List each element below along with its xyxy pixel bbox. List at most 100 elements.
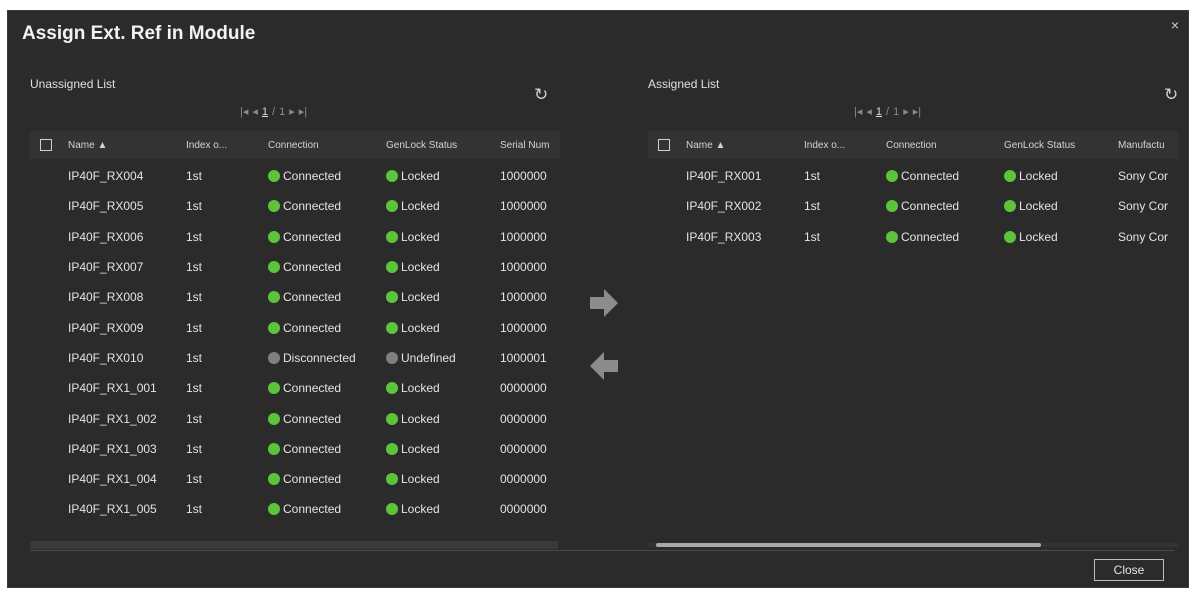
genlock-text: Locked xyxy=(401,502,440,517)
cell-name: IP40F_RX1_004 xyxy=(68,472,157,487)
table-row[interactable]: IP40F_RX003 1st Connected Locked Sony Cor xyxy=(648,222,1178,252)
table-row[interactable]: IP40F_RX002 1st Connected Locked Sony Cor xyxy=(648,191,1178,221)
cell-genlock: Locked xyxy=(386,442,500,456)
table-row[interactable]: IP40F_RX1_001 1st Connected Locked 0000000 xyxy=(30,373,560,403)
cell-genlock: Locked xyxy=(386,502,500,516)
prev-page-icon[interactable]: ◂ xyxy=(252,105,258,118)
table-row[interactable]: IP40F_RX1_004 1st Connected Locked 0000000 xyxy=(30,464,560,494)
column-header-connection[interactable]: Connection xyxy=(268,140,386,151)
unassign-button[interactable] xyxy=(586,348,622,384)
cell-serial: 0000000 xyxy=(500,502,547,517)
table-row[interactable]: IP40F_RX004 1st Connected Locked 1000000 xyxy=(30,161,560,191)
table-row[interactable]: IP40F_RX005 1st Connected Locked 1000000 xyxy=(30,191,560,221)
assigned-list-panel: Assigned List ↻ |◂ ◂ 1 / 1 ▸ ▸| Name ▲ I… xyxy=(648,69,1178,547)
cell-serial: 1000000 xyxy=(500,260,547,275)
genlock-status-icon xyxy=(386,382,398,395)
table-row[interactable]: IP40F_RX008 1st Connected Locked 1000000 xyxy=(30,282,560,312)
page-number[interactable]: 1 xyxy=(876,106,882,118)
column-header-genlock[interactable]: GenLock Status xyxy=(386,140,500,151)
table-row[interactable]: IP40F_RX1_002 1st Connected Locked 0000000 xyxy=(30,403,560,433)
assign-ext-ref-dialog: Assign Ext. Ref in Module × Unassigned L… xyxy=(7,10,1189,588)
connection-status-icon xyxy=(268,351,280,364)
column-header-index[interactable]: Index o... xyxy=(804,140,886,151)
last-page-icon[interactable]: ▸| xyxy=(913,105,921,118)
table-row[interactable]: IP40F_RX1_005 1st Connected Locked 0000000 xyxy=(30,494,560,524)
close-button[interactable]: Close xyxy=(1094,559,1164,581)
column-header-connection[interactable]: Connection xyxy=(886,140,1004,151)
pager: |◂ ◂ 1 / 1 ▸ ▸| xyxy=(854,105,921,119)
cell-connection: Connected xyxy=(886,169,1004,183)
column-header-name[interactable]: Name ▲ xyxy=(686,140,804,151)
select-all-checkbox[interactable] xyxy=(658,139,670,151)
genlock-status-icon xyxy=(386,351,398,364)
column-header-manufacturer[interactable]: Manufactu xyxy=(1118,140,1178,151)
cell-genlock: Locked xyxy=(386,472,500,486)
connection-status-icon xyxy=(268,473,280,486)
horizontal-scrollbar-thumb[interactable] xyxy=(656,543,1041,547)
genlock-status-icon xyxy=(386,200,398,213)
last-page-icon[interactable]: ▸| xyxy=(299,105,307,118)
connection-status-icon xyxy=(268,503,280,516)
connection-text: Connected xyxy=(901,229,960,244)
prev-page-icon[interactable]: ◂ xyxy=(866,105,872,118)
genlock-status-icon xyxy=(386,261,398,274)
genlock-status-icon xyxy=(1004,170,1016,183)
table-row[interactable]: IP40F_RX009 1st Connected Locked 1000000 xyxy=(30,312,560,342)
connection-text: Connected xyxy=(283,502,342,517)
cell-connection: Connected xyxy=(268,169,386,183)
cell-name: IP40F_RX005 xyxy=(68,199,144,214)
cell-serial: 1000000 xyxy=(500,229,547,244)
connection-status-icon xyxy=(268,382,280,395)
table-header: Name ▲ Index o... Connection GenLock Sta… xyxy=(30,131,560,159)
cell-connection: Connected xyxy=(886,230,1004,244)
cell-genlock: Locked xyxy=(386,169,500,183)
next-page-icon[interactable]: ▸ xyxy=(903,105,909,118)
cell-name: IP40F_RX008 xyxy=(68,290,144,305)
unassigned-table-body: IP40F_RX004 1st Connected Locked 1000000 IP40… xyxy=(30,161,560,525)
connection-status-icon xyxy=(886,200,898,213)
genlock-status-icon xyxy=(386,442,398,455)
cell-serial: 1000000 xyxy=(500,290,547,305)
cell-genlock: Locked xyxy=(386,199,500,213)
refresh-icon[interactable]: ↻ xyxy=(1164,85,1178,105)
genlock-text: Locked xyxy=(401,229,440,244)
column-header-serial[interactable]: Serial Num xyxy=(500,140,560,151)
connection-text: Connected xyxy=(283,441,342,456)
cell-genlock: Locked xyxy=(386,290,500,304)
table-header: Name ▲ Index o... Connection GenLock Sta… xyxy=(648,131,1178,159)
cell-genlock: Undefined xyxy=(386,351,500,365)
page-number[interactable]: 1 xyxy=(262,106,268,118)
connection-status-icon xyxy=(268,230,280,243)
table-row[interactable]: IP40F_RX001 1st Connected Locked Sony Cor xyxy=(648,161,1178,191)
connection-status-icon xyxy=(886,170,898,183)
cell-serial: 1000000 xyxy=(500,169,547,184)
next-page-icon[interactable]: ▸ xyxy=(289,105,295,118)
connection-status-icon xyxy=(268,170,280,183)
cell-name: IP40F_RX009 xyxy=(68,320,144,335)
table-row[interactable]: IP40F_RX010 1st Disconnected Undefined 10000… xyxy=(30,343,560,373)
cell-index: 1st xyxy=(186,502,203,517)
cell-index: 1st xyxy=(804,199,821,214)
first-page-icon[interactable]: |◂ xyxy=(240,105,248,118)
horizontal-scrollbar[interactable] xyxy=(30,541,558,549)
first-page-icon[interactable]: |◂ xyxy=(854,105,862,118)
table-row[interactable]: IP40F_RX1_003 1st Connected Locked 0000000 xyxy=(30,434,560,464)
connection-status-icon xyxy=(268,321,280,334)
close-icon[interactable]: × xyxy=(1171,17,1179,33)
genlock-status-icon xyxy=(386,321,398,334)
connection-status-icon xyxy=(268,412,280,425)
table-row[interactable]: IP40F_RX006 1st Connected Locked 1000000 xyxy=(30,222,560,252)
select-all-checkbox[interactable] xyxy=(40,139,52,151)
column-header-index[interactable]: Index o... xyxy=(186,140,268,151)
genlock-text: Locked xyxy=(401,290,440,305)
dialog-title: Assign Ext. Ref in Module xyxy=(22,23,256,44)
connection-status-icon xyxy=(268,291,280,304)
refresh-icon[interactable]: ↻ xyxy=(534,85,548,105)
assign-button[interactable] xyxy=(586,285,622,321)
cell-index: 1st xyxy=(804,229,821,244)
column-header-genlock[interactable]: GenLock Status xyxy=(1004,140,1118,151)
cell-index: 1st xyxy=(186,229,203,244)
table-row[interactable]: IP40F_RX007 1st Connected Locked 1000000 xyxy=(30,252,560,282)
column-header-name[interactable]: Name ▲ xyxy=(68,140,186,151)
connection-text: Connected xyxy=(283,199,342,214)
